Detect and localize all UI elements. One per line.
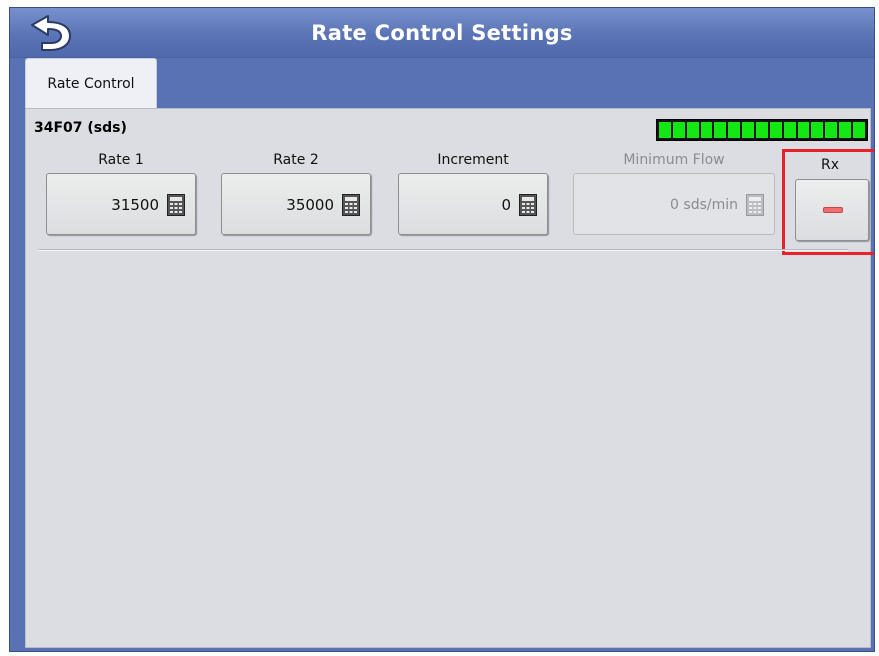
title-bar: Rate Control Settings: [10, 8, 874, 58]
tab-rate-control[interactable]: Rate Control: [25, 58, 157, 108]
level-segment: [783, 122, 796, 138]
rate-2-value: 35000: [286, 196, 334, 214]
product-name: 34F07 (sds): [34, 120, 127, 136]
level-segment: [686, 122, 699, 138]
minimum-flow-label: Minimum Flow: [623, 152, 725, 168]
rate-2-label: Rate 2: [273, 152, 319, 168]
rate-1-label: Rate 1: [98, 152, 144, 168]
rate-control-window: Rate Control Settings Rate Control 34F07…: [9, 7, 875, 652]
calculator-icon: [342, 194, 360, 216]
increment-value: 0: [501, 196, 511, 214]
rate-2-field: Rate 2 35000: [221, 149, 371, 235]
minimum-flow-value: 0 sds/min: [670, 197, 738, 213]
rate-control-panel: 34F07 (sds) Rate 1 31500 Rate 2 35000 In…: [25, 108, 874, 648]
minus-icon: [823, 207, 843, 213]
rate-2-button[interactable]: 35000: [221, 173, 371, 235]
increment-label: Increment: [437, 152, 509, 168]
increment-button[interactable]: 0: [398, 173, 548, 235]
rate-1-value: 31500: [111, 196, 159, 214]
level-segment: [672, 122, 685, 138]
level-segment: [825, 122, 838, 138]
increment-field: Increment 0: [398, 149, 548, 235]
minimum-flow-button: 0 sds/min: [573, 173, 775, 235]
level-segment: [756, 122, 768, 138]
level-segment: [811, 122, 824, 138]
level-segment: [797, 122, 810, 138]
level-segment: [742, 122, 755, 138]
level-segment: [700, 122, 713, 138]
tab-bar: Rate Control: [10, 58, 874, 108]
level-segment: [728, 122, 741, 138]
level-segment: [714, 122, 727, 138]
minimum-flow-field: Minimum Flow 0 sds/min: [573, 149, 775, 235]
page-title: Rate Control Settings: [311, 21, 573, 45]
rx-toggle-button[interactable]: [795, 179, 869, 241]
level-segment: [839, 122, 852, 138]
divider: [38, 249, 848, 251]
rx-label: Rx: [820, 157, 839, 173]
level-segment: [853, 122, 865, 138]
level-segment: [659, 122, 671, 138]
rate-1-field: Rate 1 31500: [46, 149, 196, 235]
calculator-icon: [746, 194, 764, 216]
tank-level-indicator: [656, 119, 868, 141]
rate-1-button[interactable]: 31500: [46, 173, 196, 235]
rx-field: Rx: [782, 149, 874, 255]
level-segment: [769, 122, 782, 138]
calculator-icon: [167, 194, 185, 216]
calculator-icon: [519, 194, 537, 216]
